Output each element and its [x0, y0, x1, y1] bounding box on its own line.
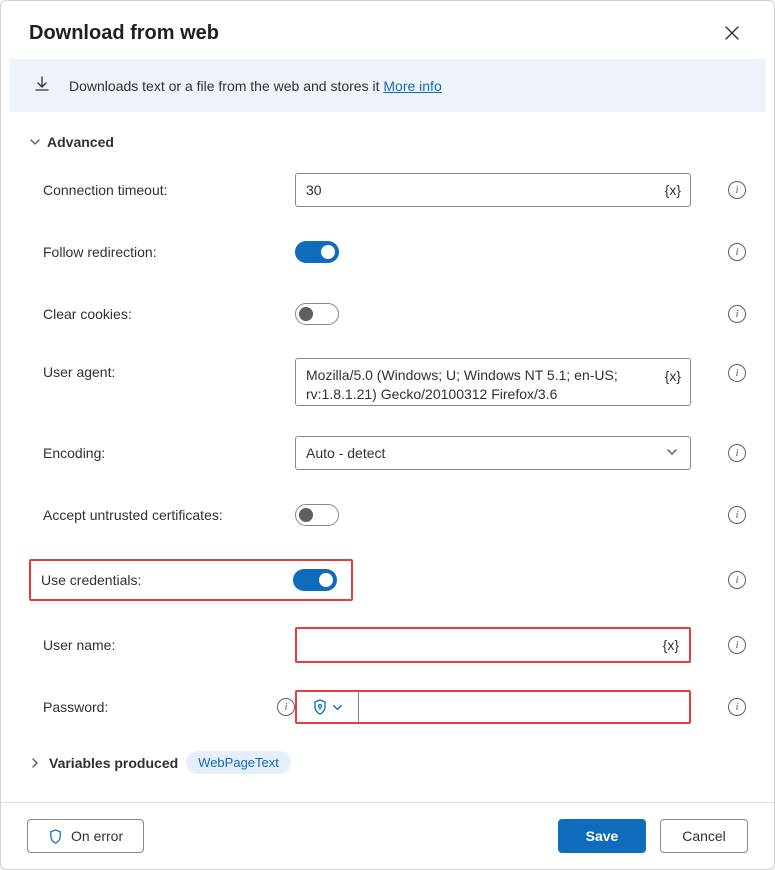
more-info-link[interactable]: More info — [383, 78, 441, 94]
accept-untrusted-label: Accept untrusted certificates: — [43, 507, 223, 523]
chevron-right-icon — [29, 757, 41, 769]
chevron-down-icon — [332, 702, 343, 713]
info-banner: Downloads text or a file from the web an… — [9, 59, 766, 112]
dialog-body: Advanced Connection timeout: {x} i Follo… — [1, 112, 774, 802]
encoding-value: Auto - detect — [306, 445, 385, 461]
password-credential-picker[interactable] — [297, 692, 359, 722]
variables-produced-label: Variables produced — [49, 755, 178, 771]
close-button[interactable] — [718, 19, 746, 47]
follow-redirection-label: Follow redirection: — [43, 244, 157, 260]
info-icon[interactable]: i — [728, 444, 746, 462]
clear-cookies-toggle[interactable] — [295, 303, 339, 325]
username-row: User name: {x} i — [43, 627, 746, 663]
password-label: Password: — [43, 699, 108, 715]
download-from-web-dialog: Download from web Downloads text or a fi… — [0, 0, 775, 870]
accept-untrusted-toggle[interactable] — [295, 504, 339, 526]
save-button[interactable]: Save — [558, 819, 646, 853]
encoding-label: Encoding: — [43, 445, 105, 461]
username-input[interactable] — [297, 629, 689, 661]
user-agent-label: User agent: — [43, 364, 115, 380]
clear-cookies-row: Clear cookies: i — [43, 296, 746, 332]
info-icon[interactable]: i — [728, 698, 746, 716]
follow-redirection-row: Follow redirection: i — [43, 234, 746, 270]
info-icon[interactable]: i — [728, 506, 746, 524]
connection-timeout-label: Connection timeout: — [43, 182, 168, 198]
clear-cookies-label: Clear cookies: — [43, 306, 132, 322]
variable-badge[interactable]: WebPageText — [186, 751, 291, 774]
password-row: Password: i i — [43, 689, 746, 725]
connection-timeout-row: Connection timeout: {x} i — [43, 172, 746, 208]
info-icon[interactable]: i — [728, 571, 746, 589]
use-credentials-row: Use credentials: i — [29, 559, 746, 601]
chevron-down-icon — [666, 445, 678, 461]
info-icon[interactable]: i — [728, 181, 746, 199]
info-icon[interactable]: i — [277, 698, 295, 716]
encoding-select[interactable]: Auto - detect — [295, 436, 691, 470]
connection-timeout-input[interactable] — [295, 173, 691, 208]
info-icon[interactable]: i — [728, 636, 746, 654]
close-icon — [725, 26, 739, 40]
username-label: User name: — [43, 637, 115, 653]
encoding-row: Encoding: Auto - detect i — [43, 435, 746, 471]
advanced-label: Advanced — [47, 134, 114, 150]
user-agent-input[interactable] — [295, 358, 691, 406]
follow-redirection-toggle[interactable] — [295, 241, 339, 263]
info-icon[interactable]: i — [728, 305, 746, 323]
info-icon[interactable]: i — [728, 364, 746, 382]
cancel-button[interactable]: Cancel — [660, 819, 748, 853]
dialog-footer: On error Save Cancel — [1, 802, 774, 869]
accept-untrusted-row: Accept untrusted certificates: i — [43, 497, 746, 533]
use-credentials-toggle[interactable] — [293, 569, 337, 591]
variables-produced-section[interactable]: Variables produced WebPageText — [29, 751, 746, 774]
info-icon[interactable]: i — [728, 243, 746, 261]
banner-text: Downloads text or a file from the web an… — [69, 78, 442, 94]
user-agent-row: User agent: {x} i — [43, 358, 746, 409]
advanced-section-header[interactable]: Advanced — [29, 134, 746, 150]
use-credentials-label: Use credentials: — [41, 572, 141, 588]
dialog-header: Download from web — [1, 1, 774, 59]
password-input[interactable] — [359, 692, 689, 722]
chevron-down-icon — [29, 136, 41, 148]
shield-outline-icon — [48, 829, 63, 844]
download-icon — [33, 75, 51, 96]
shield-icon — [312, 699, 328, 715]
on-error-button[interactable]: On error — [27, 819, 144, 853]
dialog-title: Download from web — [29, 22, 219, 45]
